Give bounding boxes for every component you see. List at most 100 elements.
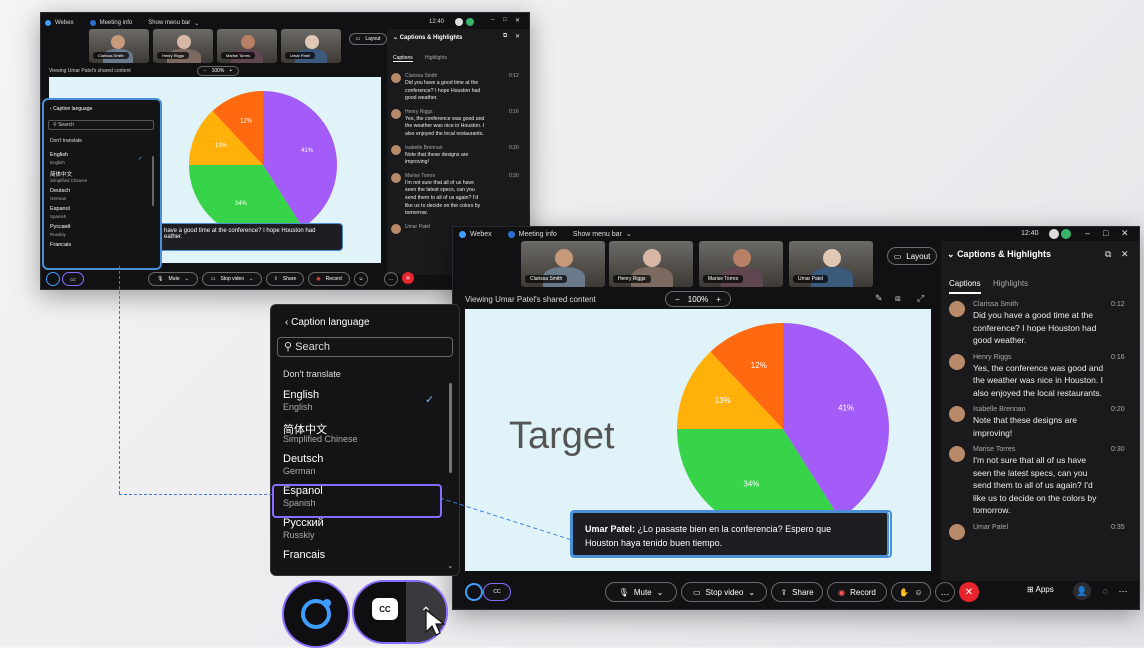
participant-thumb[interactable]: Umar Patel [281, 29, 341, 63]
tab-highlights[interactable]: Highlights [425, 55, 447, 61]
language-name: Espanol [50, 206, 70, 212]
end-call-icon[interactable]: ✕ [959, 582, 979, 602]
language-name: Русский [50, 224, 71, 230]
caption-text-line: Yes, the conference was good and [973, 362, 1104, 373]
caption-speaker-name: Umar Patel [973, 523, 1009, 531]
stop-video-button[interactable]: ▭ Stop video ⌄ [202, 272, 262, 286]
caption-text-line: also enjoyed the local restaurants. [405, 130, 484, 137]
show-menu-bar-button[interactable]: Show menu bar ⌄ [573, 230, 632, 239]
reactions-button[interactable]: ✋ ☺ [891, 582, 931, 602]
close-icon[interactable]: ✕ [515, 17, 520, 24]
clock: 12:40 [429, 19, 445, 25]
dont-translate-item[interactable]: Don't translate [50, 138, 82, 144]
captions-panel-large: ⌄ Captions & Highlights ⧉ ✕ Captions Hig… [941, 241, 1139, 581]
pie-slice-label: 13% [715, 396, 731, 405]
close-icon[interactable]: ✕ [515, 33, 520, 40]
layout-icon: ▭ [893, 251, 902, 261]
expand-icon[interactable]: ⤢ [917, 293, 924, 304]
tab-captions[interactable]: Captions [393, 55, 413, 62]
caption-text-line: the weather was nice in Houston. I [973, 375, 1103, 385]
caption-text-line: Did you have a good time at the [973, 310, 1094, 320]
search-icon: ⚲ [284, 341, 293, 353]
webex-ai-icon[interactable] [465, 583, 483, 601]
cc-button-large[interactable]: CC [483, 583, 511, 601]
tab-highlights[interactable]: Highlights [993, 279, 1028, 288]
record-button[interactable]: ◉ Record [308, 272, 350, 286]
share-button[interactable]: ⇪ Share [266, 272, 304, 286]
back-row[interactable]: ‹ Caption language [50, 106, 92, 112]
caption-text-line: Yes, the conference was good and [405, 115, 485, 122]
webex-ai-icon[interactable] [46, 272, 60, 286]
participant-thumb[interactable]: Marise Torres [699, 241, 783, 287]
participant-thumb[interactable]: Clarissa Smith [521, 241, 605, 287]
tab-captions[interactable]: Captions [949, 279, 981, 294]
webex-menu[interactable]: Webex [459, 230, 492, 238]
participant-thumb[interactable]: Henry Riggs [153, 29, 213, 63]
chevron-down-icon: ⌄ [656, 587, 664, 597]
record-button[interactable]: ◉ Record [827, 582, 887, 602]
zoom-out-icon[interactable]: − [675, 295, 680, 304]
chevron-down-icon[interactable]: ⌄ [947, 249, 955, 259]
back-row[interactable]: ‹ Caption language [285, 317, 370, 328]
pie-slice-label: 34% [235, 201, 248, 207]
close-icon[interactable]: ✕ [1121, 228, 1129, 239]
annotate-icon[interactable]: ✎ [875, 293, 883, 304]
participant-thumb[interactable]: Umar Patel [789, 241, 873, 287]
scroll-down-icon[interactable]: ⌄ [447, 561, 454, 570]
zoom-in-icon[interactable]: + [716, 295, 721, 304]
caption-language-menu-small: ‹ Caption language ⚲ Search Don't transl… [42, 98, 162, 270]
caption-speaker-name: Henry Riggs [405, 108, 433, 115]
scrollbar[interactable] [152, 156, 154, 206]
caption-text-line: send them to all of us again? I'd [973, 480, 1093, 490]
meeting-info-button[interactable]: Meeting info [89, 20, 132, 26]
webex-ai-icon-zoomed[interactable] [282, 580, 350, 648]
screen-icon[interactable]: ⧈ [895, 293, 901, 304]
end-call-icon[interactable]: ✕ [402, 272, 414, 284]
more-icon[interactable]: … [935, 582, 955, 602]
chat-icon[interactable]: ◌ [1097, 583, 1113, 599]
minimize-icon[interactable]: – [1085, 228, 1090, 238]
cc-button-small[interactable]: CC [62, 272, 84, 286]
mute-button[interactable]: 🎙 Mute ⌄ [605, 582, 677, 602]
stop-video-button[interactable]: ▭ Stop video ⌄ [681, 582, 767, 602]
zoom-control[interactable]: − 100% + [665, 291, 731, 307]
zoom-in-icon[interactable]: + [229, 68, 232, 74]
caption-time: 0:35 [1111, 523, 1125, 531]
webex-menu[interactable]: Webex [45, 20, 74, 26]
participant-thumb[interactable]: Marise Torres [217, 29, 277, 63]
chevron-down-icon: ⌄ [748, 587, 756, 597]
search-input[interactable]: ⚲ Search [48, 120, 154, 130]
status-icon [455, 18, 463, 26]
participant-thumb[interactable]: Henry Riggs [609, 241, 693, 287]
participant-thumb[interactable]: Clarissa Smith [89, 29, 149, 63]
close-icon[interactable]: ✕ [1121, 249, 1129, 260]
minimize-icon[interactable]: – [491, 17, 494, 23]
zoom-control[interactable]: − 100% + [197, 66, 239, 76]
layout-button[interactable]: ▭ Layout [349, 33, 387, 45]
apps-button[interactable]: ⊞ Apps [1027, 585, 1054, 594]
search-input[interactable]: ⚲ Search [277, 337, 453, 357]
chevron-down-icon[interactable]: ⌄ [393, 35, 398, 41]
pie-slice-label: 12% [751, 361, 767, 370]
zoom-out-icon[interactable]: − [204, 68, 207, 74]
reactions-icon[interactable]: ☺ [354, 272, 368, 286]
meeting-info-button[interactable]: Meeting info [507, 230, 557, 238]
more-icon[interactable]: … [384, 272, 398, 286]
participants-icon[interactable]: 👤 [1073, 582, 1091, 600]
caption-text-line: good weather. [405, 95, 438, 102]
show-menu-bar-button[interactable]: Show menu bar ⌄ [148, 20, 199, 27]
mute-button[interactable]: 🎙 Mute ⌄ [148, 272, 198, 286]
maximize-icon[interactable]: □ [503, 17, 507, 23]
more-options-icon[interactable]: ⋯ [1115, 583, 1131, 599]
layout-button[interactable]: ▭ Layout [887, 247, 937, 265]
maximize-icon[interactable]: □ [1103, 228, 1108, 238]
popout-icon[interactable]: ⧉ [1105, 249, 1111, 260]
language-native-name: English [50, 159, 65, 165]
caption-text-line: tomorrow. [405, 210, 428, 217]
popout-icon[interactable]: ⧉ [503, 33, 507, 40]
caption-speaker-name: Clarissa Smith [405, 73, 438, 79]
share-button[interactable]: ⇪ Share [771, 582, 823, 602]
dont-translate-item[interactable]: Don't translate [283, 369, 341, 379]
caption-time: 0:20 [509, 144, 519, 151]
scrollbar[interactable] [449, 383, 452, 473]
